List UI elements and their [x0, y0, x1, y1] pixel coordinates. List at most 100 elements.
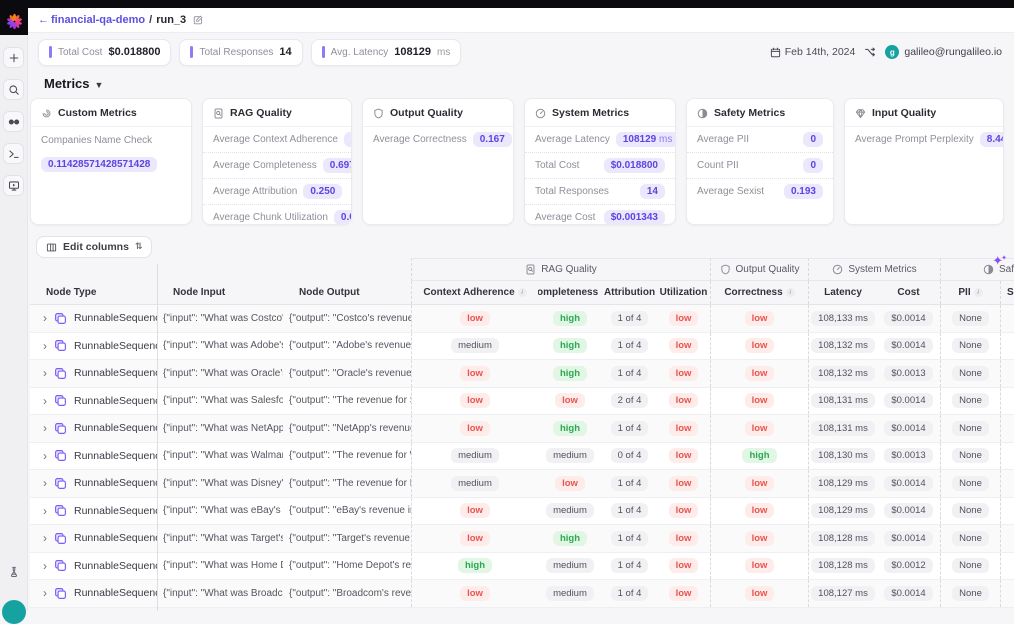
expand-chevron-icon[interactable]: › — [43, 560, 47, 572]
column-header-context-adherence[interactable]: Context Adherencei — [411, 281, 538, 304]
table-row[interactable]: ›RunnableSequence{"input": "What was Ora… — [30, 360, 1014, 388]
table-cell-completeness: high — [538, 415, 602, 442]
metric-value-badge: 0.11428571428571428 — [41, 157, 157, 172]
table-cell-completeness: low — [538, 470, 602, 497]
expand-chevron-icon[interactable]: › — [43, 395, 47, 407]
stat-value: 108129 — [394, 46, 431, 58]
correctness-badge: low — [745, 476, 775, 491]
table-row[interactable]: ›RunnableSequence{"input": "What was Ado… — [30, 333, 1014, 361]
expand-chevron-icon[interactable]: › — [43, 340, 47, 352]
table-cell-utilization: low — [657, 333, 710, 360]
latency-badge: 108,128 ms — [811, 531, 875, 546]
attribution-badge: 1 of 4 — [611, 338, 649, 353]
table-cell-cost: $0.0014 — [877, 580, 940, 607]
table-cell-attribution: 2 of 4 — [602, 388, 657, 415]
pii-badge: None — [952, 366, 989, 381]
column-label: Attribution — [604, 287, 655, 298]
expand-chevron-icon[interactable]: › — [43, 587, 47, 599]
column-header-attribution[interactable]: Attribution — [602, 281, 657, 304]
search-button[interactable] — [3, 79, 24, 100]
table-cell-completeness: high — [538, 360, 602, 387]
correctness-badge: low — [745, 366, 775, 381]
utilization-badge: low — [669, 366, 699, 381]
shield-icon — [373, 108, 384, 119]
column-header-pii[interactable]: PIIi — [940, 281, 1000, 304]
metrics-section-toggle[interactable]: Metrics ▼ — [44, 76, 103, 91]
user-menu[interactable]: g galileo@rungalileo.io — [885, 45, 1002, 59]
node-sequence-icon — [54, 559, 67, 572]
context-adherence-badge: low — [460, 366, 490, 381]
table-cell-sexist — [1000, 333, 1014, 360]
compare-runs-icon[interactable] — [864, 46, 876, 58]
ai-sparkle-button[interactable]: ✦✦ — [992, 252, 1009, 270]
column-header-completeness[interactable]: Completenessi — [538, 281, 602, 304]
table-cell-latency: 108,129 ms — [808, 498, 877, 525]
column-header-correctness[interactable]: Correctnessi — [710, 281, 808, 304]
metric-row: Total Responses14 — [525, 179, 675, 205]
table-cell-correctness: low — [710, 333, 808, 360]
column-label: Cost — [897, 287, 919, 298]
completeness-badge: high — [553, 366, 587, 381]
node-type-text: RunnableSequence — [74, 532, 157, 544]
table-cell-sexist — [1000, 305, 1014, 332]
column-label: Utilization — [660, 287, 708, 298]
table-row[interactable]: ›RunnableSequence{"input": "What was eBa… — [30, 498, 1014, 526]
expand-chevron-icon[interactable]: › — [43, 422, 47, 434]
completeness-badge: high — [553, 338, 587, 353]
edit-columns-button[interactable]: Edit columns ⇅ — [36, 236, 152, 258]
chat-bubble-button[interactable] — [2, 600, 26, 624]
table-row[interactable]: ›RunnableSequence{"input": "What was Wal… — [30, 443, 1014, 471]
column-divider[interactable] — [157, 264, 158, 611]
column-header-latency[interactable]: Latency — [808, 281, 877, 304]
info-icon[interactable]: i — [786, 288, 795, 297]
stats-row: Total Cost$0.018800Total Responses14Avg.… — [28, 33, 1014, 71]
compare-runs-button[interactable] — [3, 111, 24, 132]
completeness-badge: low — [555, 393, 585, 408]
column-header-node-output[interactable]: Node Output — [283, 281, 411, 304]
metric-row: Total Cost$0.018800 — [525, 153, 675, 179]
info-icon[interactable]: i — [974, 288, 983, 297]
new-project-button[interactable] — [3, 47, 24, 68]
expand-chevron-icon[interactable]: › — [43, 505, 47, 517]
table-row[interactable]: ›RunnableSequence{"input": "What was Cos… — [30, 305, 1014, 333]
galileo-logo-icon[interactable] — [0, 8, 28, 35]
node-input-text: {"input": "What was Oracle's re... — [157, 368, 283, 379]
table-row[interactable]: ›RunnableSequence{"input": "What was Tar… — [30, 525, 1014, 553]
column-header-sexist[interactable]: Sexist — [1000, 281, 1014, 304]
table-cell: {"input": "What was eBay's rev... — [157, 498, 283, 525]
completeness-badge: high — [553, 311, 587, 326]
expand-chevron-icon[interactable]: › — [43, 532, 47, 544]
expand-chevron-icon[interactable]: › — [43, 312, 47, 324]
table-cell-attribution: 1 of 4 — [602, 415, 657, 442]
column-header-node-input[interactable]: Node Input — [157, 281, 283, 304]
table-row[interactable]: ›RunnableSequence{"input": "What was Net… — [30, 415, 1014, 443]
flask-icon[interactable] — [8, 566, 20, 578]
cost-badge: $0.0014 — [884, 531, 932, 546]
console-button[interactable] — [3, 143, 24, 164]
table-row[interactable]: ›RunnableSequence{"input": "What was Hom… — [30, 553, 1014, 581]
column-header-cost[interactable]: Cost — [877, 281, 940, 304]
cost-badge: $0.0014 — [884, 476, 932, 491]
table-row[interactable]: ›RunnableSequence{"input": "What was Dis… — [30, 470, 1014, 498]
table-cell: {"output": "eBay's revenue in Q... — [283, 498, 411, 525]
table-cell: ›RunnableSequence — [30, 580, 157, 607]
column-header-node-type[interactable]: Node Type — [30, 281, 157, 304]
info-icon[interactable]: i — [518, 288, 527, 297]
node-input-text: {"input": "What was Disney's re... — [157, 478, 283, 489]
table-row[interactable]: ›RunnableSequence{"input": "What was Sal… — [30, 388, 1014, 416]
edit-run-name-icon[interactable] — [193, 15, 203, 25]
context-adherence-badge: low — [460, 421, 490, 436]
context-adherence-badge: low — [460, 586, 490, 601]
utilization-badge: low — [669, 338, 699, 353]
breadcrumb-project-link[interactable]: ← financial-qa-demo — [38, 14, 145, 26]
monitor-button[interactable] — [3, 175, 24, 196]
date-picker[interactable]: Feb 14th, 2024 — [770, 46, 856, 58]
nodes-table: RAG QualityOutput QualitySystem MetricsS… — [30, 258, 1014, 611]
expand-chevron-icon[interactable]: › — [43, 367, 47, 379]
table-row[interactable]: ›RunnableSequence{"input": "What was Bro… — [30, 580, 1014, 608]
expand-chevron-icon[interactable]: › — [43, 477, 47, 489]
column-header-utilization[interactable]: Utilization — [657, 281, 710, 304]
window-top-bar — [0, 0, 1014, 8]
expand-chevron-icon[interactable]: › — [43, 450, 47, 462]
monitor-icon — [8, 180, 20, 192]
